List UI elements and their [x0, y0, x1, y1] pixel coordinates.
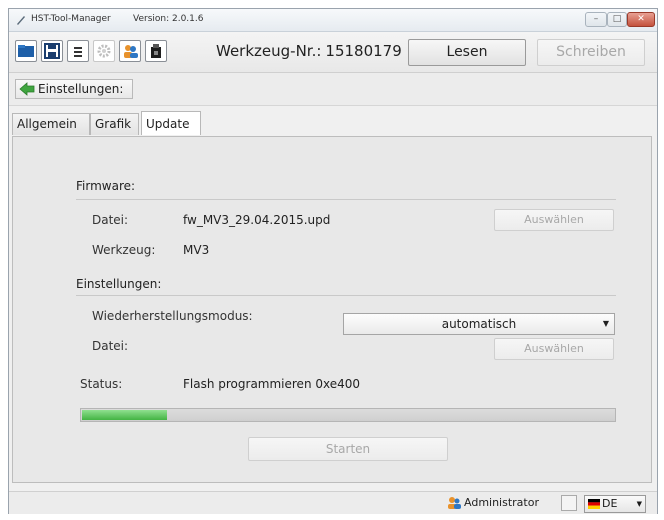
back-button[interactable]: Einstellungen: — [15, 79, 133, 99]
progress-bar — [80, 408, 616, 422]
select-file2-button[interactable]: Auswählen — [494, 338, 614, 360]
maximize-button[interactable]: □ — [607, 12, 627, 27]
settings-divider — [76, 295, 616, 296]
back-label: Einstellungen: — [38, 82, 124, 96]
status-label: Status: — [80, 377, 123, 391]
save-icon[interactable] — [41, 40, 63, 62]
tab-bar: Allgemein Grafik Update — [9, 111, 657, 137]
status-text: Flash programmieren 0xe400 — [183, 377, 361, 391]
firmware-section-title: Firmware: — [76, 179, 136, 193]
recovery-mode-label: Wiederherstellungsmodus: — [92, 309, 253, 323]
version-label: Version: 2.0.1.6 — [133, 14, 204, 24]
usb-device-icon[interactable] — [145, 40, 167, 62]
tab-grafik[interactable]: Grafik — [90, 113, 139, 135]
chevron-down-icon: ▼ — [636, 500, 642, 508]
tool-number-value: 15180179 — [325, 42, 402, 60]
write-button[interactable]: Schreiben — [537, 39, 645, 66]
file-value: fw_MV3_29.04.2015.upd — [183, 213, 331, 227]
users-icon[interactable] — [119, 40, 141, 62]
language-value: DE — [602, 497, 618, 510]
folder-icon[interactable] — [15, 40, 37, 62]
update-panel: Firmware: Datei: fw_MV3_29.04.2015.upd A… — [12, 136, 652, 483]
file-label: Datei: — [92, 213, 129, 227]
read-button[interactable]: Lesen — [408, 39, 526, 66]
back-arrow-icon — [19, 82, 35, 96]
recovery-mode-value: automatisch — [441, 317, 517, 331]
tool-number: Werkzeug-Nr.: 15180179 — [216, 42, 402, 60]
german-flag-icon — [588, 499, 600, 509]
tool-value: MV3 — [183, 243, 210, 257]
start-button[interactable]: Starten — [248, 437, 448, 461]
tab-update[interactable]: Update — [141, 111, 201, 135]
list-icon[interactable] — [67, 40, 89, 62]
close-button[interactable]: ✕ — [627, 12, 655, 27]
settings-header: Einstellungen: — [9, 73, 657, 106]
progress-fill — [82, 410, 167, 420]
toolbar: Werkzeug-Nr.: 15180179 Lesen Schreiben — [9, 32, 657, 73]
status-bar: Administrator DE ▼ — [9, 491, 657, 514]
tool-label: Werkzeug: — [92, 243, 156, 257]
keyboard-icon[interactable] — [561, 495, 577, 511]
settings-section-title: Einstellungen: — [76, 277, 162, 291]
select-file-button[interactable]: Auswählen — [494, 209, 614, 231]
app-icon — [17, 16, 25, 25]
user-label: Administrator — [464, 496, 539, 509]
title-bar: HST-Tool-Manager Version: 2.0.1.6 – □ ✕ — [9, 9, 657, 32]
file2-label: Datei: — [92, 339, 129, 353]
recovery-mode-select[interactable]: automatisch ▼ — [343, 313, 615, 335]
minimize-button[interactable]: – — [585, 12, 607, 27]
user-icon — [448, 497, 461, 509]
app-window: HST-Tool-Manager Version: 2.0.1.6 – □ ✕ … — [8, 8, 658, 514]
language-select[interactable]: DE ▼ — [584, 495, 646, 513]
firmware-divider — [76, 199, 616, 200]
tab-allgemein[interactable]: Allgemein — [12, 113, 90, 135]
chevron-down-icon: ▼ — [602, 319, 609, 328]
gear-icon[interactable] — [93, 40, 115, 62]
tool-number-label: Werkzeug-Nr.: — [216, 42, 322, 60]
window-title: HST-Tool-Manager — [31, 14, 111, 24]
